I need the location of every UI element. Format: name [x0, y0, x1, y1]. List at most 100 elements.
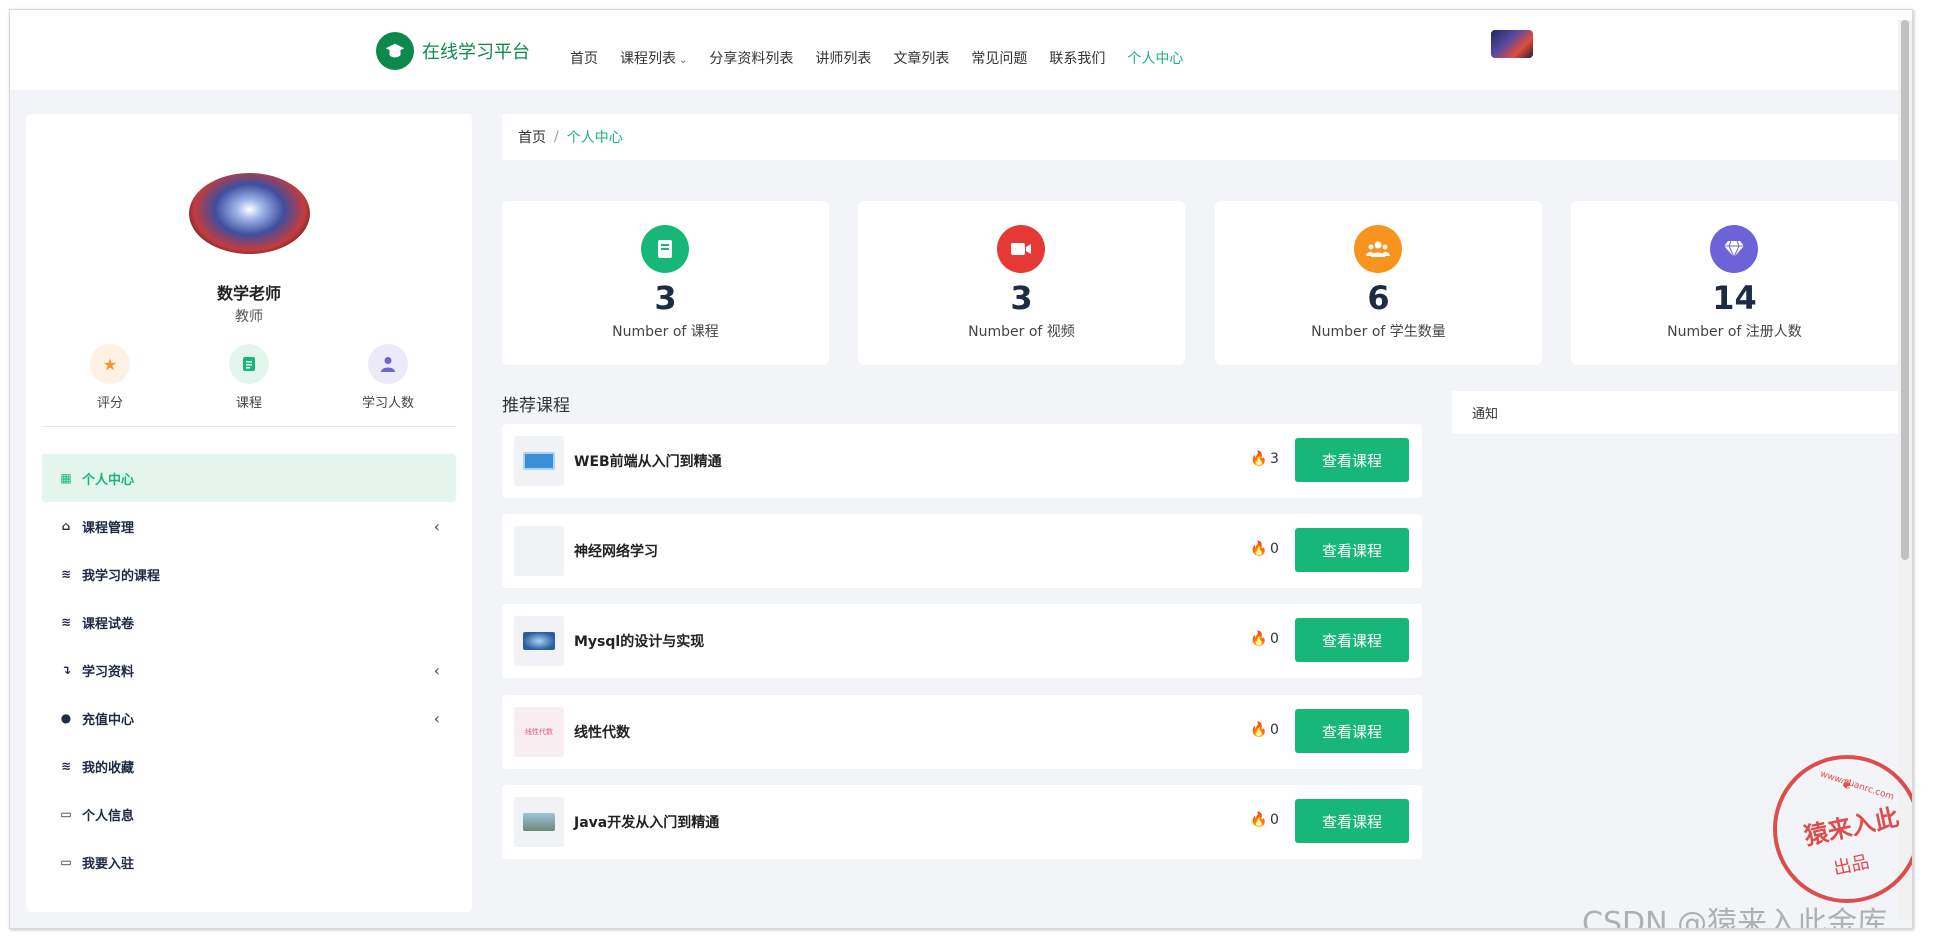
user-icon[interactable]: [368, 344, 408, 384]
nav-course-list[interactable]: 课程列表 ⌄: [620, 50, 687, 70]
quick-stat-label-rating: 评分: [96, 396, 123, 411]
quick-stat-label-learners: 学习人数: [361, 396, 414, 411]
nav-teachers[interactable]: 讲师列表: [815, 50, 871, 70]
course-count: 0: [1270, 722, 1279, 738]
course-thumbnail[interactable]: [514, 616, 564, 666]
stat-card-registrations: 14 Number of 注册人数: [1571, 201, 1898, 365]
view-course-button[interactable]: 查看课程: [1295, 528, 1409, 572]
sidebar-item-my-courses[interactable]: ≋ 我学习的课程: [42, 550, 456, 598]
notice-panel-header: 通知: [1452, 391, 1898, 435]
stat-card-students: 6 Number of 学生数量: [1215, 201, 1542, 365]
breadcrumb-separator: /: [554, 129, 559, 145]
course-name[interactable]: 线性代数: [574, 722, 630, 742]
scrollbar-thumb[interactable]: [1901, 20, 1909, 560]
sidebar-item-personal-center[interactable]: ▦ 个人中心: [42, 454, 456, 502]
course-thumbnail[interactable]: [514, 436, 564, 486]
course-count: 0: [1270, 812, 1279, 828]
course-thumbnail[interactable]: [514, 797, 564, 847]
stat-value: 14: [1712, 279, 1757, 317]
main-nav: 首页 课程列表 ⌄ 分享资料列表 讲师列表 文章列表 常见问题 联系我们 个人中心: [570, 50, 1205, 70]
course-count: 0: [1270, 631, 1279, 647]
video-icon: [997, 225, 1045, 273]
nav-home[interactable]: 首页: [570, 50, 598, 70]
recommended-title: 推荐课程: [502, 396, 570, 416]
diamond-icon: [1710, 225, 1758, 273]
chevron-left-icon: ‹: [433, 660, 440, 680]
stat-value: 6: [1367, 279, 1390, 317]
sidebar-item-recharge[interactable]: ● 充值中心 ‹: [42, 694, 456, 742]
course-name[interactable]: WEB前端从入门到精通: [574, 451, 722, 471]
chevron-left-icon: ‹: [433, 708, 440, 728]
course-name[interactable]: 神经网络学习: [574, 541, 658, 561]
course-name[interactable]: Java开发从入门到精通: [574, 812, 719, 832]
stat-label: Number of 注册人数: [1667, 324, 1802, 340]
nav-shared-materials[interactable]: 分享资料列表: [709, 50, 793, 70]
view-course-button[interactable]: 查看课程: [1295, 799, 1409, 843]
profile-sidebar: 数学老师 教师 ★ 评分 课程 学习人数 ▦ 个人中心 ⌂ 课程管理 ‹ ≋ 我…: [26, 114, 472, 912]
course-row: Mysql的设计与实现 🔥 0 查看课程: [502, 604, 1422, 678]
id-card-icon: ▭: [60, 855, 72, 869]
app-window: 在线学习平台 首页 课程列表 ⌄ 分享资料列表 讲师列表 文章列表 常见问题 联系…: [9, 9, 1913, 929]
sidebar-item-favorites[interactable]: ≋ 我的收藏: [42, 742, 456, 790]
breadcrumb-home[interactable]: 首页: [518, 127, 546, 147]
chevron-down-icon: ⌄: [679, 55, 688, 66]
star-icon[interactable]: ★: [90, 344, 130, 384]
top-navbar: 在线学习平台 首页 课程列表 ⌄ 分享资料列表 讲师列表 文章列表 常见问题 联系…: [10, 10, 1912, 90]
sidebar-item-course-exams[interactable]: ≋ 课程试卷: [42, 598, 456, 646]
course-thumbnail[interactable]: [514, 526, 564, 576]
sidebar-item-study-materials[interactable]: ↴ 学习资料 ‹: [42, 646, 456, 694]
chevron-left-icon: ‹: [433, 516, 440, 536]
fire-icon: 🔥: [1250, 722, 1268, 738]
grid-icon: ▦: [60, 471, 72, 485]
users-icon: [1354, 225, 1402, 273]
sidebar-divider: [42, 426, 456, 427]
fire-icon: 🔥: [1250, 541, 1268, 557]
course-row: 线性代数 线性代数 🔥 0 查看课程: [502, 695, 1422, 769]
stat-value: 3: [1010, 279, 1033, 317]
stat-label: Number of 学生数量: [1311, 324, 1446, 340]
sidebar-menu: ▦ 个人中心 ⌂ 课程管理 ‹ ≋ 我学习的课程 ≋ 课程试卷 ↴ 学习资料 ‹: [42, 454, 456, 886]
document-icon[interactable]: [229, 344, 269, 384]
arrow-turn-icon: ↴: [60, 663, 72, 677]
csdn-watermark: CSDN @猿来入此金库: [1582, 906, 1888, 929]
course-thumbnail[interactable]: 线性代数: [514, 707, 564, 757]
course-row: WEB前端从入门到精通 🔥 3 查看课程: [502, 424, 1422, 498]
nav-personal-center[interactable]: 个人中心: [1127, 50, 1183, 70]
nav-faq[interactable]: 常见问题: [971, 50, 1027, 70]
user-avatar[interactable]: [1491, 30, 1533, 58]
stat-card-courses: 3 Number of 课程: [502, 201, 829, 365]
sidebar-item-join[interactable]: ▭ 我要入驻: [42, 838, 456, 886]
profile-avatar: [189, 173, 310, 254]
course-thumbnail-text: 线性代数: [525, 728, 553, 736]
layers-icon: ≋: [60, 567, 72, 581]
breadcrumb-current: 个人中心: [566, 130, 623, 146]
view-course-button[interactable]: 查看课程: [1295, 618, 1409, 662]
layers-icon: ≋: [60, 615, 72, 629]
user-icon: ●: [60, 711, 72, 725]
watermark-stamp: ❦ www.yuanrc.com 猿来入此 出品: [1773, 755, 1912, 903]
brand-logo[interactable]: 在线学习平台: [376, 32, 530, 70]
sidebar-item-personal-info[interactable]: ▭ 个人信息: [42, 790, 456, 838]
course-row: Java开发从入门到精通 🔥 0 查看课程: [502, 785, 1422, 859]
course-name[interactable]: Mysql的设计与实现: [574, 631, 704, 651]
breadcrumb: 首页 / 个人中心: [502, 114, 1898, 160]
book-icon: [641, 225, 689, 273]
fire-icon: 🔥: [1250, 451, 1268, 467]
fire-icon: 🔥: [1250, 812, 1268, 828]
layers-icon: ≋: [60, 759, 72, 773]
stat-card-videos: 3 Number of 视频: [858, 201, 1185, 365]
brand-title: 在线学习平台: [422, 42, 530, 63]
notice-title: 通知: [1472, 407, 1499, 422]
sidebar-item-course-management[interactable]: ⌂ 课程管理 ‹: [42, 502, 456, 550]
graduation-cap-icon: [376, 32, 414, 70]
view-course-button[interactable]: 查看课程: [1295, 709, 1409, 753]
profile-role: 教师: [235, 309, 263, 325]
course-row: 神经网络学习 🔥 0 查看课程: [502, 514, 1422, 588]
course-count: 3: [1270, 451, 1279, 467]
fire-icon: 🔥: [1250, 631, 1268, 647]
profile-name: 数学老师: [216, 284, 281, 303]
view-course-button[interactable]: 查看课程: [1295, 438, 1409, 482]
quick-stat-label-courses: 课程: [235, 396, 262, 411]
nav-contact[interactable]: 联系我们: [1049, 50, 1105, 70]
nav-articles[interactable]: 文章列表: [893, 50, 949, 70]
